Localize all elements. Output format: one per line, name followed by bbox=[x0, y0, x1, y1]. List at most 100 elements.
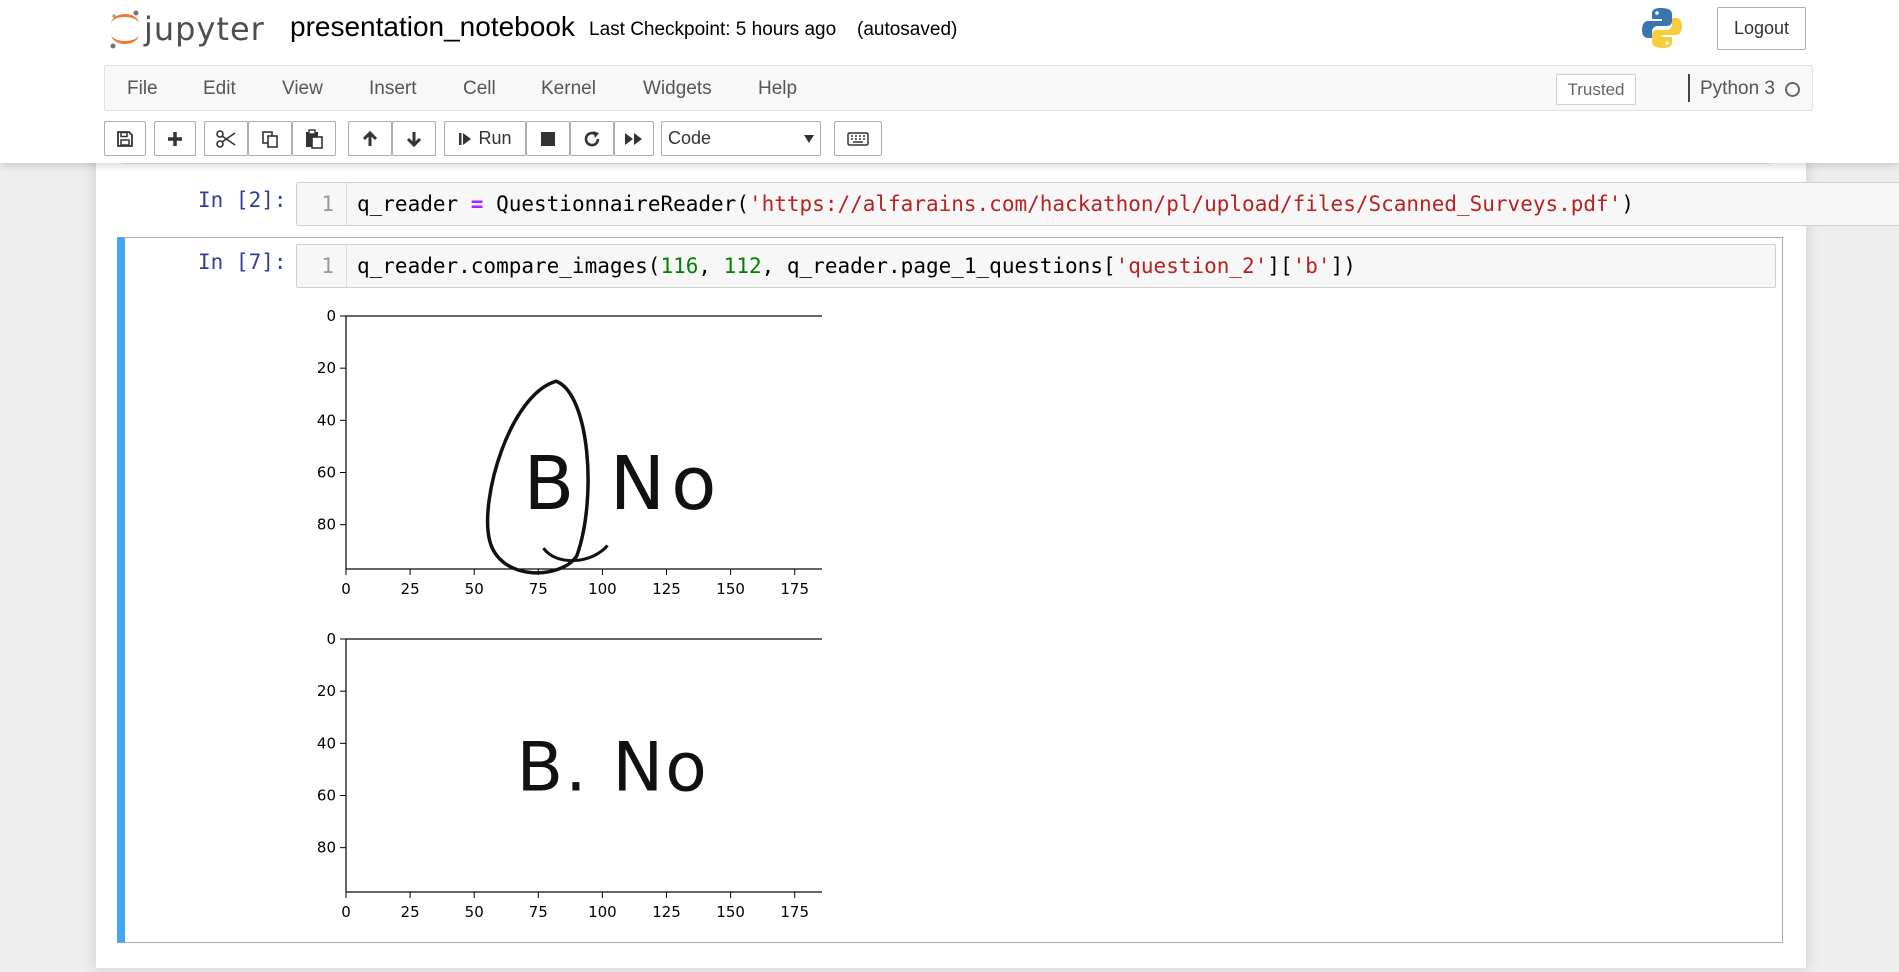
jupyter-logo[interactable]: jupyter bbox=[108, 6, 265, 52]
copy-icon bbox=[262, 130, 278, 148]
x-tick-label: 150 bbox=[716, 903, 745, 921]
code-token-plain: q_reader bbox=[357, 192, 471, 216]
move-down-button[interactable] bbox=[392, 121, 436, 156]
header: jupyter presentation_notebook Last Check… bbox=[0, 0, 1899, 163]
restart-icon bbox=[584, 130, 600, 146]
run-button[interactable]: Run bbox=[444, 121, 526, 156]
image-text: B No bbox=[523, 441, 722, 527]
kernel-divider bbox=[1688, 74, 1690, 102]
run-all-button[interactable] bbox=[614, 121, 654, 156]
image-plot-1: B No 0 25 50 75 100 125 150 175 0 20 40 60 80 bbox=[317, 307, 822, 598]
header-separator bbox=[122, 163, 1772, 164]
notebook-name[interactable]: presentation_notebook bbox=[290, 10, 575, 44]
y-tick-label: 80 bbox=[317, 516, 336, 534]
paste-icon bbox=[306, 128, 323, 149]
code-token-str: 'b' bbox=[1292, 254, 1331, 278]
cut-button[interactable] bbox=[204, 121, 248, 156]
code-token-str: 'question_2' bbox=[1115, 254, 1268, 278]
code-token-str: 'https://alfarains.com/hackathon/pl/uplo… bbox=[748, 192, 1622, 216]
x-tick-label: 100 bbox=[588, 580, 617, 598]
code-token-plain: , q_reader.page_1_questions[ bbox=[761, 254, 1116, 278]
y-tick-label: 20 bbox=[317, 682, 336, 700]
line-number: 1 bbox=[297, 245, 347, 287]
arrow-up-icon bbox=[362, 130, 378, 146]
y-tick-label: 20 bbox=[317, 359, 336, 377]
trusted-indicator[interactable]: Trusted bbox=[1556, 74, 1636, 105]
kernel-name[interactable]: Python 3 bbox=[1700, 66, 1775, 112]
menu-edit[interactable]: Edit bbox=[203, 66, 236, 112]
code-token-plain: q_reader.compare_images( bbox=[357, 254, 661, 278]
command-palette-button[interactable] bbox=[834, 121, 882, 156]
move-up-button[interactable] bbox=[348, 121, 392, 156]
save-button[interactable] bbox=[104, 121, 146, 156]
menu-widgets[interactable]: Widgets bbox=[643, 66, 712, 112]
menu-insert[interactable]: Insert bbox=[369, 66, 417, 112]
kernel-idle-icon bbox=[1785, 82, 1800, 97]
plus-icon bbox=[168, 131, 182, 146]
y-tick-label: 40 bbox=[317, 734, 336, 752]
x-tick-label: 75 bbox=[529, 903, 548, 921]
code-token-plain: ]) bbox=[1330, 254, 1356, 278]
y-tick-label: 80 bbox=[317, 839, 336, 857]
code-token-op: = bbox=[470, 192, 484, 216]
input-prompt: In [7]: bbox=[198, 250, 287, 274]
jupyter-logo-text: jupyter bbox=[144, 10, 265, 48]
selected-code-cell[interactable]: In [7]: 1 q_reader.compare_images(116, 1… bbox=[117, 237, 1783, 943]
x-tick-label: 0 bbox=[341, 903, 351, 921]
x-tick-label: 125 bbox=[652, 580, 681, 598]
code-line: q_reader = QuestionnaireReader('https://… bbox=[357, 183, 1634, 225]
interrupt-button[interactable] bbox=[526, 121, 570, 156]
paste-button[interactable] bbox=[292, 121, 336, 156]
code-input[interactable]: 1 q_reader.compare_images(116, 112, q_re… bbox=[296, 244, 1776, 288]
y-tick-label: 0 bbox=[326, 307, 336, 325]
code-token-plain: ][ bbox=[1267, 254, 1293, 278]
code-cell[interactable]: In [2]: 1 q_reader = QuestionnaireReader… bbox=[96, 176, 1899, 228]
y-tick-label: 60 bbox=[317, 786, 336, 804]
chevron-down-icon bbox=[804, 135, 814, 143]
keyboard-icon bbox=[847, 131, 869, 146]
menubar: File Edit View Insert Cell Kernel Widget… bbox=[104, 65, 1813, 111]
fast-forward-icon bbox=[625, 132, 642, 145]
y-tick-label: 0 bbox=[326, 630, 336, 648]
menu-view[interactable]: View bbox=[282, 66, 323, 112]
image-text: B. No bbox=[516, 728, 708, 807]
menu-cell[interactable]: Cell bbox=[463, 66, 496, 112]
x-tick-label: 50 bbox=[465, 903, 484, 921]
menu-file[interactable]: File bbox=[127, 66, 158, 112]
logout-button[interactable]: Logout bbox=[1717, 7, 1806, 50]
y-tick-label: 40 bbox=[317, 411, 336, 429]
x-tick-label: 75 bbox=[529, 580, 548, 598]
stop-icon bbox=[541, 131, 555, 146]
x-tick-label: 0 bbox=[341, 580, 351, 598]
code-line: q_reader.compare_images(116, 112, q_read… bbox=[357, 245, 1356, 287]
code-token-plain: , bbox=[698, 254, 724, 278]
restart-button[interactable] bbox=[570, 121, 614, 156]
cell-type-value: Code bbox=[668, 128, 712, 148]
x-tick-label: 150 bbox=[716, 580, 745, 598]
x-tick-label: 25 bbox=[401, 580, 420, 598]
menu-kernel[interactable]: Kernel bbox=[541, 66, 596, 112]
x-tick-label: 125 bbox=[652, 903, 681, 921]
x-tick-label: 25 bbox=[401, 903, 420, 921]
python-logo-icon bbox=[1640, 6, 1684, 55]
copy-button[interactable] bbox=[248, 121, 292, 156]
insert-cell-button[interactable] bbox=[154, 121, 196, 156]
code-input[interactable]: 1 q_reader = QuestionnaireReader('https:… bbox=[296, 182, 1899, 226]
autosave-status: (autosaved) bbox=[857, 19, 958, 40]
code-token-plain: QuestionnaireReader( bbox=[483, 192, 749, 216]
arrow-down-icon bbox=[406, 131, 422, 147]
code-token-plain: ) bbox=[1621, 192, 1634, 216]
checkpoint-status: Last Checkpoint: 5 hours ago bbox=[589, 19, 837, 40]
jupyter-logo-icon bbox=[110, 10, 139, 49]
cell-type-select[interactable]: Code bbox=[661, 121, 821, 156]
code-token-num: 112 bbox=[723, 254, 762, 278]
run-label: Run bbox=[478, 128, 512, 148]
save-icon bbox=[117, 130, 133, 147]
menu-help[interactable]: Help bbox=[758, 66, 797, 112]
x-tick-label: 175 bbox=[780, 903, 809, 921]
image-plot-2: B. No 0 25 50 75 100 125 150 175 0 20 40 60 80 bbox=[317, 630, 822, 921]
scissors-icon bbox=[216, 129, 236, 148]
x-tick-label: 175 bbox=[780, 580, 809, 598]
y-tick-label: 60 bbox=[317, 463, 336, 481]
line-number: 1 bbox=[297, 183, 347, 225]
